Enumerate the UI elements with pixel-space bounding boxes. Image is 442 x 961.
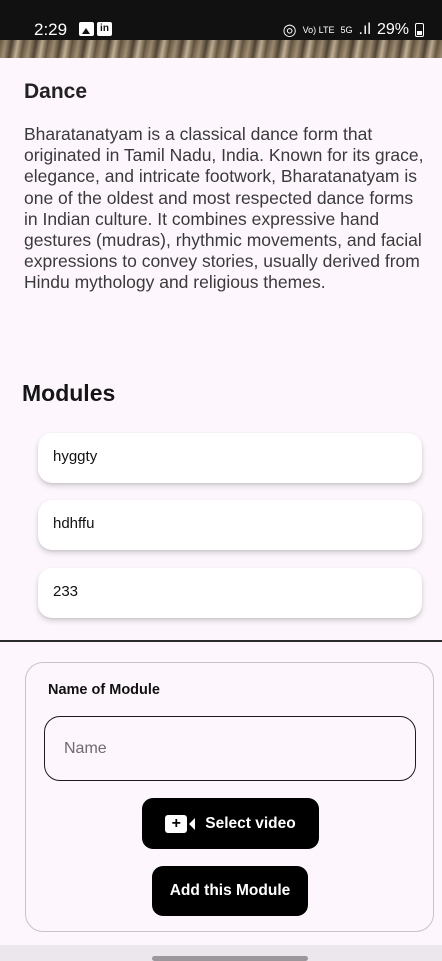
course-description: Bharatanatyam is a classical dance form … — [24, 124, 424, 293]
divider — [0, 640, 442, 642]
select-video-label: Select video — [205, 814, 296, 832]
5g-icon: 5G — [340, 24, 353, 35]
module-item[interactable]: hdhffu — [38, 500, 422, 550]
module-name: hdhffu — [53, 515, 95, 532]
course-title: Dance — [24, 80, 88, 103]
home-indicator[interactable] — [152, 956, 308, 961]
signal-icon: .ıl — [358, 21, 371, 38]
linkedin-icon: in — [97, 22, 112, 36]
video-camera-icon: + — [165, 814, 196, 833]
module-name-input[interactable] — [44, 716, 416, 781]
add-module-button[interactable]: Add this Module — [152, 866, 308, 916]
header-image-strip — [0, 40, 442, 58]
battery-percent: 29% — [376, 21, 409, 38]
battery-icon — [415, 23, 424, 37]
module-name: hyggty — [53, 448, 98, 465]
hotspot-icon: ◎ — [282, 22, 297, 39]
status-time: 2:29 — [34, 20, 68, 39]
module-item[interactable]: hyggty — [38, 433, 422, 483]
volte-icon: Vo) LTE — [302, 24, 335, 35]
status-bar: 2:29 in ◎ Vo) LTE 5G .ıl 29% — [0, 0, 442, 58]
select-video-button[interactable]: + Select video — [142, 798, 319, 849]
module-item[interactable]: 233 — [38, 568, 422, 618]
status-indicators: ◎ Vo) LTE 5G .ıl 29% — [283, 20, 424, 40]
gallery-icon — [79, 22, 94, 36]
module-name-label: Name of Module — [48, 682, 160, 698]
module-name: 233 — [53, 583, 79, 600]
modules-heading: Modules — [22, 380, 116, 406]
